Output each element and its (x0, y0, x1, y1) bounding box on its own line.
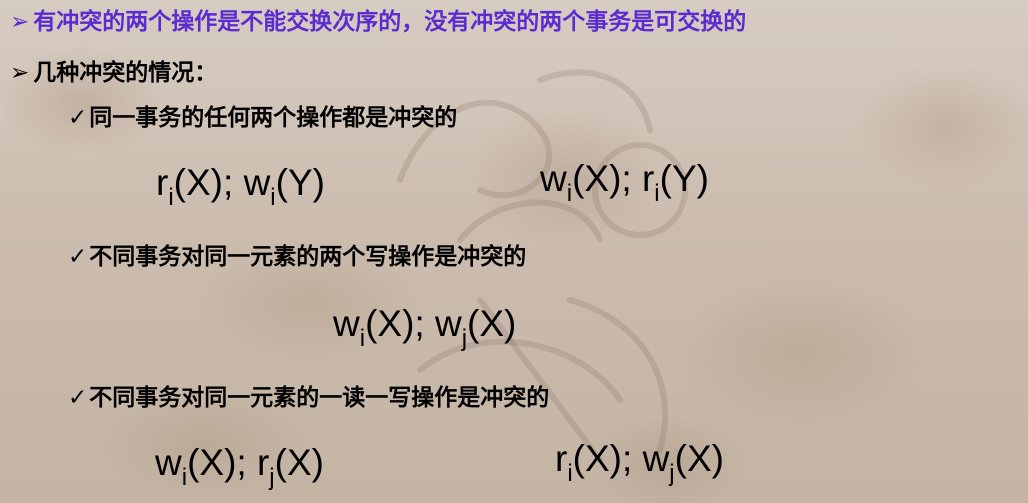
arrow-bullet-icon: ➢ (10, 9, 30, 35)
subbullet-text: 不同事务对同一元素的一读一写操作是冲突的 (89, 385, 550, 411)
subbullet-same-transaction: ✓同一事务的任何两个操作都是冲突的 (68, 98, 457, 132)
formula-wi-wj: wi(X); wj(X) (333, 303, 517, 352)
check-bullet-icon: ✓ (68, 385, 88, 411)
subbullet-write-write: ✓不同事务对同一元素的两个写操作是冲突的 (68, 237, 526, 271)
bullet-header-conflict-rule: ➢ 有冲突的两个操作是不能交换次序的，没有冲突的两个事务是可交换的 (10, 2, 746, 36)
formula-wi-ri: wi(X); ri(Y) (540, 158, 709, 207)
subbullet-text: 同一事务的任何两个操作都是冲突的 (89, 105, 458, 131)
check-bullet-icon: ✓ (68, 244, 88, 270)
subbullet-read-write: ✓不同事务对同一元素的一读一写操作是冲突的 (68, 378, 549, 412)
slide: { "bullets": { "arrow_glyph": "➢", "chec… (0, 0, 1028, 503)
arrow-bullet-icon: ➢ (10, 60, 30, 86)
formula-wi-rj: wi(X); rj(X) (155, 442, 324, 491)
header-text: 几种冲突的情况： (33, 60, 218, 86)
check-bullet-icon: ✓ (68, 105, 88, 131)
subbullet-text: 不同事务对同一元素的两个写操作是冲突的 (89, 244, 527, 270)
formula-ri-wj: ri(X); wj(X) (555, 438, 724, 487)
bullet-header-conflict-cases: ➢ 几种冲突的情况： (10, 53, 217, 87)
header-text: 有冲突的两个操作是不能交换次序的，没有冲突的两个事务是可交换的 (33, 9, 747, 35)
formula-ri-wi: ri(X); wi(Y) (156, 162, 325, 211)
